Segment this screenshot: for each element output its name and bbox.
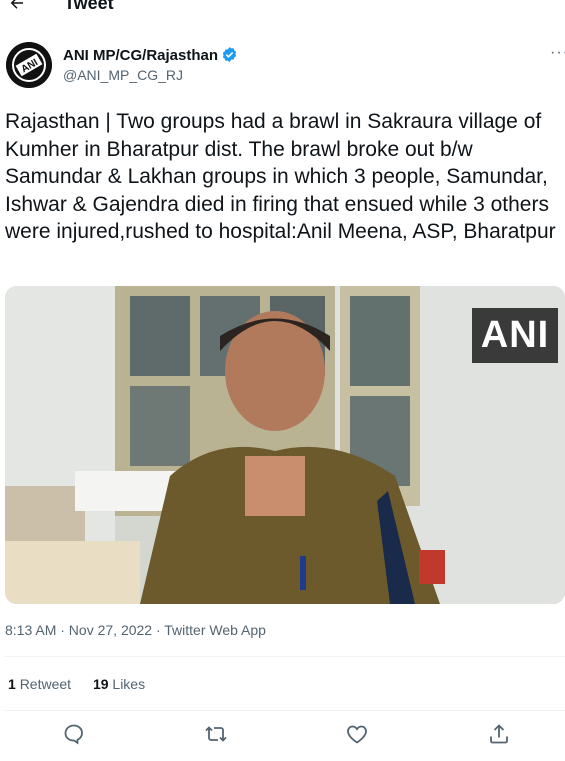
like-icon[interactable] xyxy=(345,722,369,746)
back-arrow-icon[interactable] xyxy=(8,0,26,12)
author-name[interactable]: ANI MP/CG/Rajasthan xyxy=(63,46,238,65)
tweet-text: Rajasthan | Two groups had a brawl in Sa… xyxy=(5,110,556,243)
retweet-icon[interactable] xyxy=(204,722,228,746)
tweet-header: Tweet xyxy=(0,0,565,20)
author-name-text[interactable]: ANI MP/CG/Rajasthan xyxy=(63,47,218,64)
tweet-timestamp[interactable]: 8:13 AM · Nov 27, 2022 · Twitter Web App xyxy=(5,622,266,639)
verified-badge-icon xyxy=(222,47,237,62)
ani-logo-avatar: ANI xyxy=(6,42,52,88)
retweet-count: 1 xyxy=(8,676,16,692)
retweet-label: Retweet xyxy=(19,676,72,692)
retweet-stat[interactable]: 1 Retweet xyxy=(8,676,71,692)
tweet-stats: 1 Retweet 19 Likes xyxy=(8,676,163,693)
divider xyxy=(5,710,565,711)
page-title: Tweet xyxy=(64,0,114,13)
ani-watermark: ANI xyxy=(472,308,558,363)
tweet-media[interactable]: ANI xyxy=(5,286,565,604)
reply-icon[interactable] xyxy=(62,722,86,746)
more-options-icon[interactable]: ··· xyxy=(550,44,565,62)
divider xyxy=(5,656,565,657)
author-handle[interactable]: @ANI_MP_CG_RJ xyxy=(63,67,183,84)
like-count: 19 xyxy=(92,676,109,692)
like-label: Likes xyxy=(112,676,146,692)
likes-stat[interactable]: 19 Likes xyxy=(93,676,145,692)
avatar[interactable]: ANI xyxy=(6,42,52,88)
share-icon[interactable] xyxy=(487,722,511,746)
